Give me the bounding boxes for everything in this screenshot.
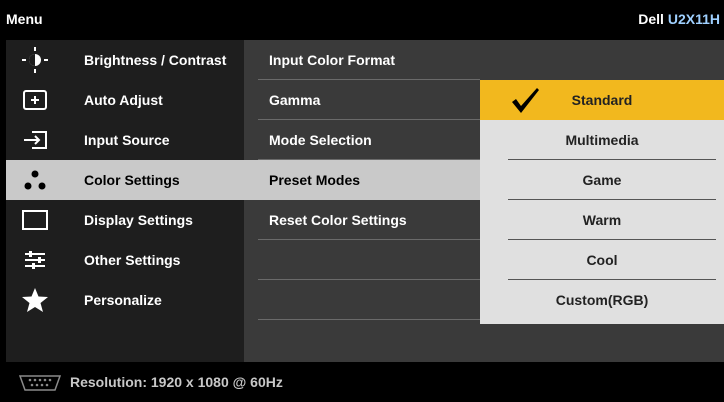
star-icon — [21, 287, 49, 313]
submenu-empty-row — [244, 280, 480, 320]
submenu-item-label: Input Color Format — [269, 52, 395, 68]
preset-option-label: Custom(RGB) — [555, 292, 649, 308]
input-source-icon — [21, 127, 49, 153]
menu-item-auto-adjust[interactable]: Auto Adjust — [6, 80, 244, 120]
menu-item-label: Other Settings — [84, 252, 181, 268]
preset-option-label: Cool — [586, 252, 618, 268]
submenu-item-input-color-format[interactable]: Input Color Format — [244, 40, 480, 80]
monitor-model: Dell U2X11H — [638, 11, 720, 27]
menu-item-label: Personalize — [84, 292, 162, 308]
menu-item-input-source[interactable]: Input Source — [6, 120, 244, 160]
submenu-item-preset-modes[interactable]: Preset Modes — [244, 160, 480, 200]
preset-modes-panel: Standard Multimedia Game Warm Cool Custo… — [480, 40, 724, 362]
osd-menu: Menu Dell U2X11H Brightness / Contrast A… — [0, 0, 724, 402]
color-settings-submenu: Input Color Format Gamma Mode Selection … — [244, 40, 480, 362]
menu-item-personalize[interactable]: Personalize — [6, 280, 244, 320]
submenu-item-label: Preset Modes — [269, 172, 361, 188]
other-settings-icon — [21, 247, 49, 273]
menu-item-label: Color Settings — [84, 172, 180, 188]
submenu-item-gamma[interactable]: Gamma — [244, 80, 480, 120]
menu-item-display-settings[interactable]: Display Settings — [6, 200, 244, 240]
preset-modes-list: Standard Multimedia Game Warm Cool Custo… — [480, 80, 724, 324]
menu-item-label: Brightness / Contrast — [84, 52, 227, 68]
preset-option-label: Warm — [582, 212, 622, 228]
color-settings-icon — [21, 167, 49, 193]
main-menu: Brightness / Contrast Auto Adjust Input … — [6, 40, 244, 362]
preset-option-label: Game — [582, 172, 622, 188]
preset-option-cool[interactable]: Cool — [480, 240, 724, 280]
vga-icon — [18, 374, 62, 397]
menu-item-label: Input Source — [84, 132, 170, 148]
menu-item-color-settings[interactable]: Color Settings — [6, 160, 244, 200]
preset-option-warm[interactable]: Warm — [480, 200, 724, 240]
menu-item-other-settings[interactable]: Other Settings — [6, 240, 244, 280]
submenu-item-reset-color-settings[interactable]: Reset Color Settings — [244, 200, 480, 240]
submenu-empty-row — [244, 240, 480, 280]
brand-label: Dell — [638, 11, 664, 27]
preset-option-label: Multimedia — [565, 132, 639, 148]
preset-option-standard[interactable]: Standard — [480, 80, 724, 120]
menu-title: Menu — [6, 11, 43, 27]
preset-option-game[interactable]: Game — [480, 160, 724, 200]
menu-item-brightness-contrast[interactable]: Brightness / Contrast — [6, 40, 244, 80]
menu-item-label: Auto Adjust — [84, 92, 163, 108]
osd-header: Menu Dell U2X11H — [0, 0, 724, 40]
display-settings-icon — [21, 207, 49, 233]
resolution-readout: Resolution: 1920 x 1080 @ 60Hz — [70, 374, 283, 390]
preset-option-custom-rgb[interactable]: Custom(RGB) — [480, 280, 724, 320]
submenu-item-label: Gamma — [269, 92, 321, 108]
preset-option-multimedia[interactable]: Multimedia — [480, 120, 724, 160]
submenu-item-label: Reset Color Settings — [269, 212, 407, 228]
brightness-icon — [21, 47, 49, 73]
osd-footer: Resolution: 1920 x 1080 @ 60Hz — [0, 362, 724, 402]
submenu-item-mode-selection[interactable]: Mode Selection — [244, 120, 480, 160]
submenu-item-label: Mode Selection — [269, 132, 372, 148]
menu-item-label: Display Settings — [84, 212, 193, 228]
preset-option-label: Standard — [571, 92, 633, 108]
auto-adjust-icon — [21, 87, 49, 113]
model-label: U2X11H — [667, 11, 720, 27]
